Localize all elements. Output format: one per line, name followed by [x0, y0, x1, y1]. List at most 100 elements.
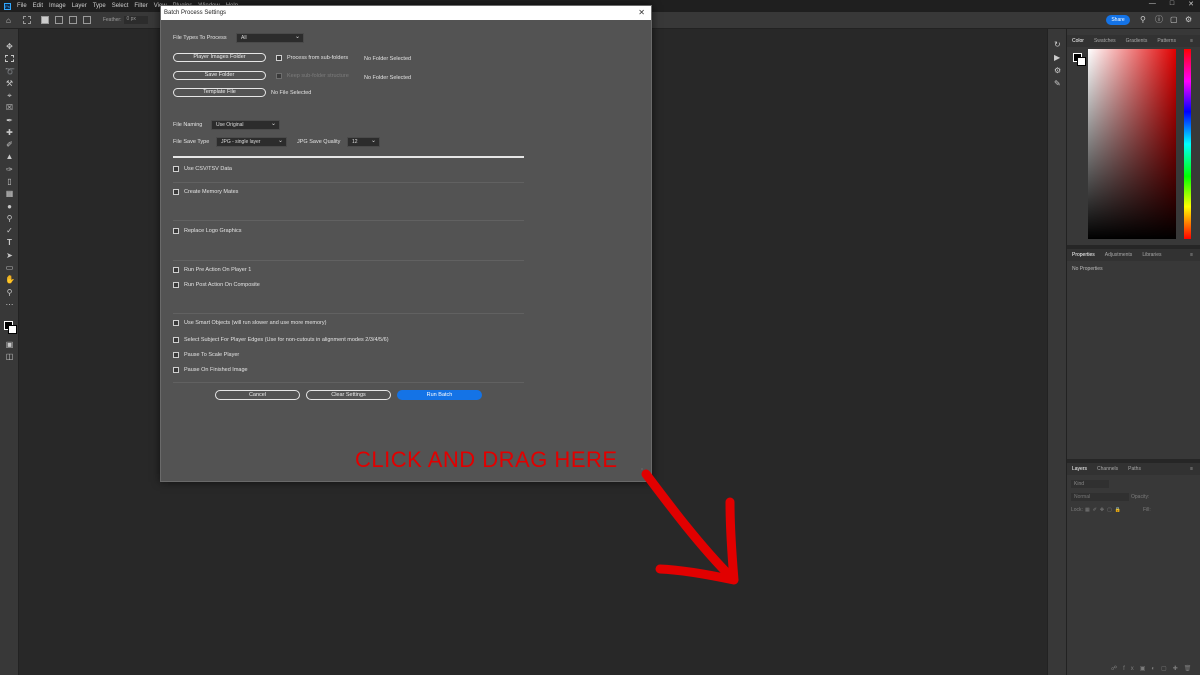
menu-select[interactable]: Select	[112, 3, 129, 9]
screen-mode-icon[interactable]: ◫	[5, 353, 14, 361]
pause-scale-checkbox[interactable]	[173, 352, 179, 358]
background-color-swatch[interactable]	[8, 325, 17, 334]
use-csv-checkbox[interactable]	[173, 166, 179, 172]
section-divider	[173, 182, 524, 183]
minimize-icon[interactable]: —	[1149, 0, 1156, 8]
memory-mates-checkbox[interactable]	[173, 189, 179, 195]
add-selection-icon[interactable]	[54, 16, 63, 24]
tab-color[interactable]: Color	[1067, 38, 1089, 44]
color-panel-background-swatch[interactable]	[1077, 57, 1086, 66]
replace-logo-label: Replace Logo Graphics	[184, 228, 242, 234]
menu-image[interactable]: Image	[49, 3, 66, 9]
menu-filter[interactable]: Filter	[134, 3, 147, 9]
more-tools-icon[interactable]: ⋯	[5, 301, 14, 309]
panel-menu-icon[interactable]: ≡	[1185, 38, 1198, 44]
quick-mask-icon[interactable]: ▣	[5, 341, 14, 349]
tab-gradients[interactable]: Gradients	[1121, 38, 1153, 44]
post-action-checkbox[interactable]	[173, 282, 179, 288]
cancel-button[interactable]: Cancel	[215, 390, 300, 400]
menu-edit[interactable]: Edit	[33, 3, 43, 9]
layer-filter-kind[interactable]: Kind	[1071, 480, 1109, 488]
tab-adjustments[interactable]: Adjustments	[1100, 252, 1138, 258]
menu-type[interactable]: Type	[93, 3, 106, 9]
panel-menu-icon[interactable]: ≡	[1185, 252, 1198, 258]
marquee-tool-icon[interactable]	[22, 16, 31, 24]
type-tool-icon[interactable]: T	[5, 239, 14, 247]
new-selection-icon[interactable]	[40, 16, 49, 24]
intersect-selection-icon[interactable]	[82, 16, 91, 24]
tab-properties[interactable]: Properties	[1067, 252, 1100, 258]
save-folder-button[interactable]: Save Folder	[173, 71, 266, 80]
process-subfolders-checkbox[interactable]	[276, 55, 282, 61]
file-save-type-select[interactable]: JPG - single layer ⌄	[216, 137, 287, 147]
workspace-icon[interactable]: ▢	[1170, 16, 1178, 24]
crop-tool-icon[interactable]: ⌖	[5, 92, 14, 100]
blend-mode-select[interactable]: Normal	[1071, 493, 1129, 501]
player-images-folder-button[interactable]: Player Images Folder	[173, 53, 266, 62]
maximize-icon[interactable]: □	[1170, 0, 1174, 8]
tab-layers[interactable]: Layers	[1067, 466, 1092, 472]
run-batch-button[interactable]: Run Batch	[397, 390, 482, 400]
history-icon[interactable]: ↻	[1054, 41, 1062, 49]
pen-tool-icon[interactable]: ✓	[5, 227, 14, 235]
hue-slider[interactable]	[1184, 49, 1191, 239]
tab-channels[interactable]: Channels	[1092, 466, 1123, 472]
tab-libraries[interactable]: Libraries	[1137, 252, 1166, 258]
settings-icon[interactable]: ⚙	[1185, 16, 1193, 24]
dialog-title-bar[interactable]: Batch Process Settings ✕	[161, 6, 651, 20]
tab-swatches[interactable]: Swatches	[1089, 38, 1121, 44]
path-selection-tool-icon[interactable]: ➤	[5, 252, 14, 260]
home-icon[interactable]: ⌂	[6, 16, 11, 25]
eraser-tool-icon[interactable]: ▯	[5, 178, 14, 186]
color-picker-field[interactable]	[1088, 49, 1176, 239]
clone-stamp-tool-icon[interactable]: ▲	[5, 153, 14, 161]
pre-action-checkbox[interactable]	[173, 267, 179, 273]
menu-file[interactable]: File	[17, 3, 27, 9]
dialog-close-icon[interactable]: ✕	[638, 6, 645, 20]
file-types-select[interactable]: All ⌄	[236, 33, 304, 43]
tab-patterns[interactable]: Patterns	[1152, 38, 1181, 44]
tab-paths[interactable]: Paths	[1123, 466, 1146, 472]
eyedropper-tool-icon[interactable]: ✒	[5, 117, 14, 125]
panel-menu-icon[interactable]: ≡	[1185, 466, 1198, 472]
process-subfolders-label: Process from sub-folders	[287, 55, 349, 61]
marquee-tool-icon[interactable]	[5, 55, 14, 62]
comments-icon[interactable]: ✎	[1054, 80, 1062, 88]
panel-icon-strip: ↻ ▶ ⚙ ✎	[1047, 29, 1067, 675]
share-button[interactable]: Share	[1106, 15, 1130, 25]
gradient-tool-icon[interactable]: ▦	[5, 190, 14, 198]
layers-footer-icons[interactable]: ☍fx▣◐▢✚🗑	[1111, 665, 1197, 672]
frame-tool-icon[interactable]: ☒	[5, 104, 14, 112]
zoom-tool-icon[interactable]: ⚲	[5, 289, 14, 297]
feather-input[interactable]: 0 px	[124, 16, 149, 24]
file-naming-select[interactable]: Use Original ⌄	[211, 120, 280, 130]
smart-objects-checkbox[interactable]	[173, 320, 179, 326]
keep-subfolder-checkbox[interactable]	[276, 73, 282, 79]
dodge-tool-icon[interactable]: ⚲	[5, 215, 14, 223]
subtract-selection-icon[interactable]	[68, 16, 77, 24]
actions-icon[interactable]: ▶	[1054, 54, 1062, 62]
plugins-icon[interactable]: ⚙	[1054, 67, 1062, 75]
lock-icons[interactable]: ▦✐✥▢🔒	[1085, 507, 1124, 513]
blur-tool-icon[interactable]: ●	[5, 203, 14, 211]
brush-tool-icon[interactable]: ✐	[5, 141, 14, 149]
lasso-tool-icon[interactable]: ➰	[5, 68, 15, 76]
opacity-label: Opacity:	[1131, 494, 1150, 500]
pause-finished-checkbox[interactable]	[173, 367, 179, 373]
rectangle-tool-icon[interactable]: ▭	[5, 264, 14, 272]
hand-tool-icon[interactable]: ✋	[5, 276, 15, 284]
help-icon[interactable]: ⓘ	[1155, 16, 1163, 24]
select-subject-checkbox[interactable]	[173, 337, 179, 343]
history-brush-tool-icon[interactable]: ✑	[5, 166, 14, 174]
file-naming-label: File Naming	[173, 122, 203, 128]
move-tool-icon[interactable]: ✥	[5, 43, 14, 51]
replace-logo-checkbox[interactable]	[173, 228, 179, 234]
menu-layer[interactable]: Layer	[72, 3, 87, 9]
object-select-tool-icon[interactable]: ⚒	[5, 80, 14, 88]
template-file-button[interactable]: Template File	[173, 88, 266, 97]
clear-settings-button[interactable]: Clear Settings	[306, 390, 391, 400]
search-icon[interactable]: ⚲	[1140, 16, 1148, 24]
close-icon[interactable]: ✕	[1188, 0, 1194, 8]
jpg-quality-select[interactable]: 12 ⌄	[347, 137, 380, 147]
healing-brush-tool-icon[interactable]: ✚	[5, 129, 14, 137]
